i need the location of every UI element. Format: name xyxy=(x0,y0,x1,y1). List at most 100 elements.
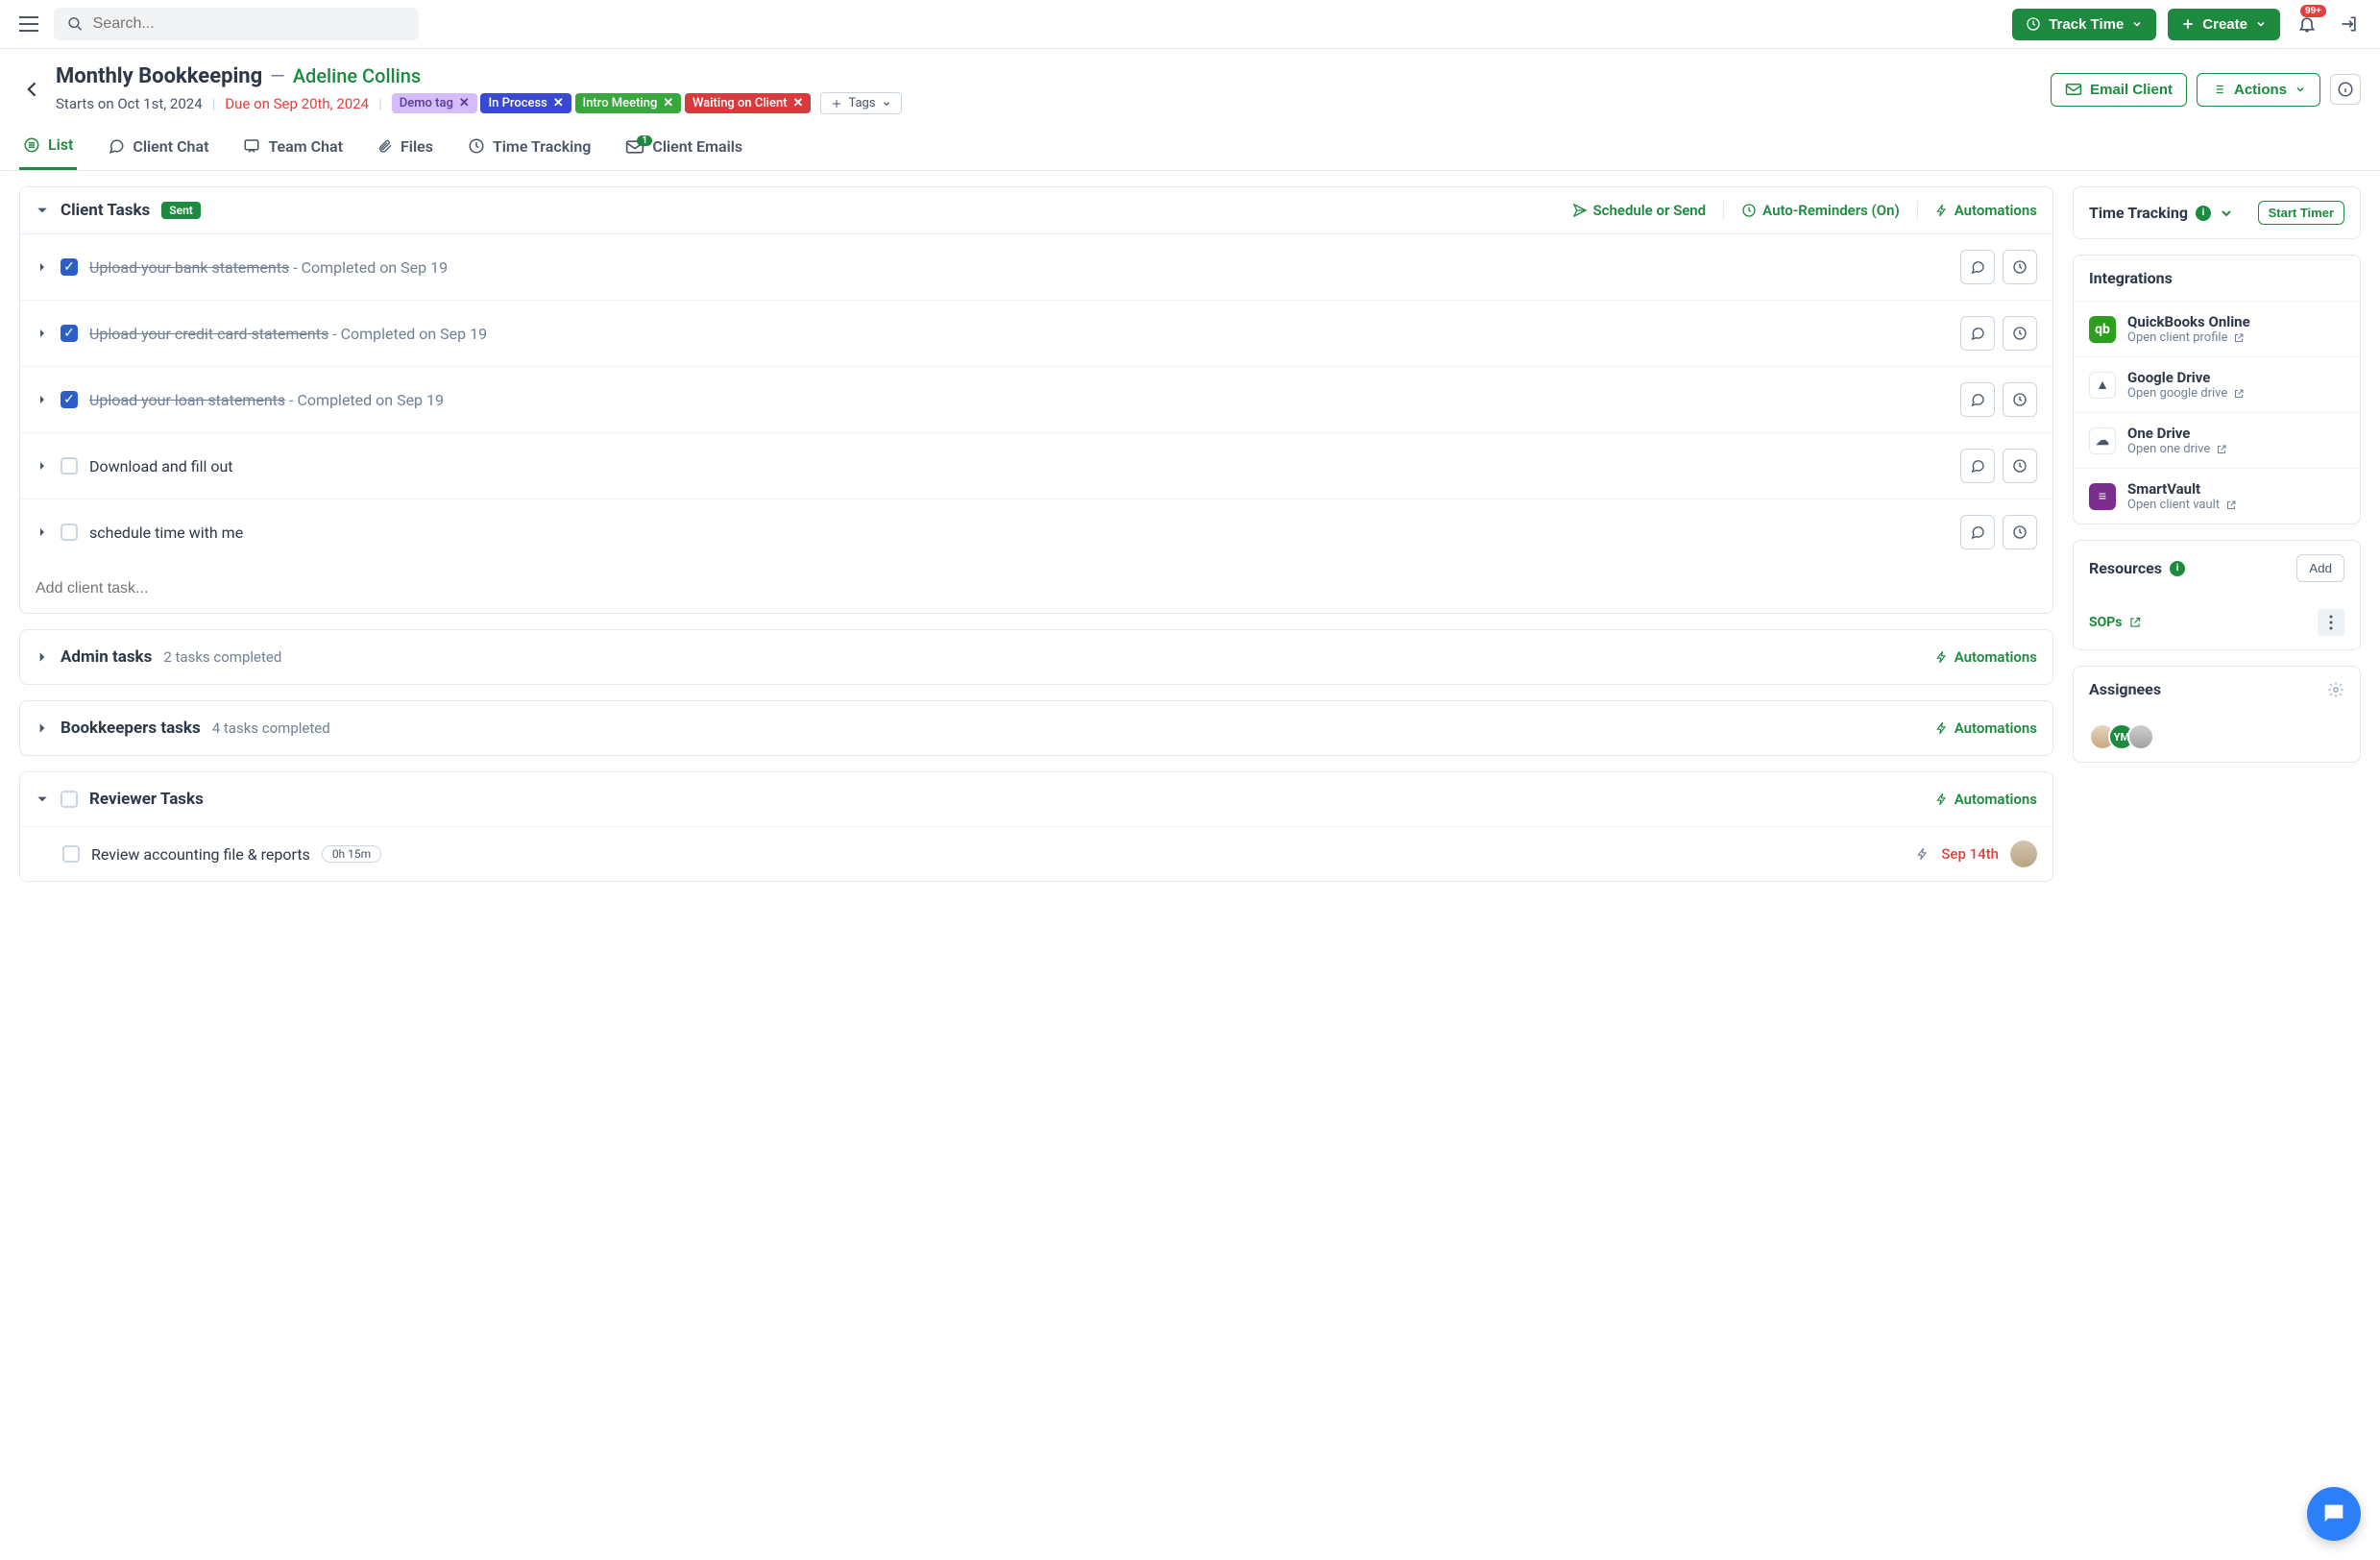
tab-files[interactable]: Files xyxy=(374,128,437,170)
checkbox[interactable] xyxy=(61,524,78,541)
expand-icon[interactable] xyxy=(36,650,49,664)
remove-tag-icon[interactable]: ✕ xyxy=(663,96,673,110)
email-client-button[interactable]: Email Client xyxy=(2051,73,2187,107)
actions-button[interactable]: Actions xyxy=(2197,73,2320,107)
gear-icon[interactable] xyxy=(2327,681,2344,698)
checkbox[interactable]: ✓ xyxy=(61,325,78,342)
integration-sub: Open google drive xyxy=(2127,386,2344,401)
bolt-icon[interactable] xyxy=(1916,846,1930,862)
start-timer-button[interactable]: Start Timer xyxy=(2258,201,2344,225)
task-row[interactable]: Review accounting file & reports 0h 15m … xyxy=(20,826,2052,881)
bolt-icon xyxy=(1935,649,1949,665)
add-resource-button[interactable]: Add xyxy=(2296,554,2344,582)
add-tag-button[interactable]: Tags xyxy=(820,92,901,114)
tag[interactable]: Demo tag✕ xyxy=(392,93,477,113)
automations-button[interactable]: Automations xyxy=(1935,648,2037,666)
integration-row[interactable]: qbQuickBooks OnlineOpen client profile xyxy=(2074,301,2360,356)
expand-icon[interactable] xyxy=(36,526,49,538)
comment-button[interactable] xyxy=(1960,449,1995,483)
task-row[interactable]: schedule time with me xyxy=(20,500,2052,565)
tag[interactable]: Waiting on Client✕ xyxy=(685,93,811,113)
expand-icon[interactable] xyxy=(36,261,49,273)
clock-icon xyxy=(2012,458,2028,474)
task-name: Upload your loan statements - Completed … xyxy=(89,391,1949,409)
checkbox[interactable] xyxy=(61,457,78,475)
task-row[interactable]: ✓ Upload your loan statements - Completed… xyxy=(20,367,2052,433)
time-button[interactable] xyxy=(2003,449,2037,483)
expand-icon[interactable] xyxy=(36,394,49,405)
schedule-send-button[interactable]: Schedule or Send xyxy=(1572,202,1707,219)
expand-icon[interactable] xyxy=(36,328,49,339)
checkbox[interactable]: ✓ xyxy=(61,391,78,408)
info-icon[interactable]: i xyxy=(2170,561,2185,576)
clock-icon xyxy=(468,137,485,155)
task-row[interactable]: Download and fill out xyxy=(20,433,2052,500)
notif-badge: 99+ xyxy=(2300,5,2326,17)
menu-icon[interactable] xyxy=(15,12,42,36)
exit-icon[interactable] xyxy=(2334,9,2365,39)
external-link-icon xyxy=(2233,332,2245,344)
automations-button[interactable]: Automations xyxy=(1935,791,2037,808)
info-button[interactable] xyxy=(2330,74,2361,105)
tag[interactable]: In Process✕ xyxy=(480,93,571,113)
automations-button[interactable]: Automations xyxy=(1935,719,2037,737)
task-row[interactable]: ✓Upload your credit card statements - Co… xyxy=(20,301,2052,367)
task-row[interactable]: ✓Upload your bank statements - Completed… xyxy=(20,234,2052,301)
add-task-input[interactable] xyxy=(36,580,2037,597)
expand-icon[interactable] xyxy=(36,460,49,472)
checkbox[interactable] xyxy=(61,791,78,808)
list-icon xyxy=(2211,83,2226,96)
clock-icon xyxy=(1741,203,1757,218)
chevron-down-icon[interactable] xyxy=(2219,206,2234,221)
info-icon[interactable]: i xyxy=(2196,206,2211,221)
remove-tag-icon[interactable]: ✕ xyxy=(793,96,804,110)
comment-button[interactable] xyxy=(1960,515,1995,549)
time-button[interactable] xyxy=(2003,250,2037,284)
integration-row[interactable]: ≡SmartVaultOpen client vault xyxy=(2074,468,2360,524)
plus-icon xyxy=(831,98,842,110)
more-icon[interactable] xyxy=(2318,609,2344,636)
tab-client-emails[interactable]: 1 Client Emails xyxy=(621,128,746,170)
comment-button[interactable] xyxy=(1960,382,1995,417)
tab-team-chat[interactable]: Team Chat xyxy=(239,128,347,170)
chevron-down-icon xyxy=(882,99,891,109)
tab-time-tracking[interactable]: Time Tracking xyxy=(464,128,595,170)
client-name[interactable]: Adeline Collins xyxy=(293,64,421,87)
remove-tag-icon[interactable]: ✕ xyxy=(553,96,564,110)
search-box[interactable] xyxy=(54,8,419,40)
time-button[interactable] xyxy=(2003,515,2037,549)
chevron-down-icon xyxy=(2295,84,2306,95)
tab-client-chat[interactable]: Client Chat xyxy=(104,128,212,170)
chevron-down-icon xyxy=(2131,18,2143,30)
track-time-button[interactable]: Track Time xyxy=(2012,9,2156,40)
time-button[interactable] xyxy=(2003,382,2037,417)
expand-icon[interactable] xyxy=(36,721,49,735)
back-button[interactable] xyxy=(19,76,46,103)
collapse-icon[interactable] xyxy=(36,204,49,217)
integration-row[interactable]: ▲Google DriveOpen google drive xyxy=(2074,356,2360,412)
integration-row[interactable]: ☁One DriveOpen one drive xyxy=(2074,412,2360,468)
auto-reminders-button[interactable]: Auto-Reminders (On) xyxy=(1741,202,1900,219)
chat-icon xyxy=(1970,259,1985,275)
time-button[interactable] xyxy=(2003,316,2037,351)
reviewer-tasks-card: Reviewer Tasks Automations Review accoun… xyxy=(19,771,2053,882)
comment-button[interactable] xyxy=(1960,250,1995,284)
create-button[interactable]: Create xyxy=(2168,9,2280,40)
avatar[interactable] xyxy=(2010,841,2037,867)
remove-tag-icon[interactable]: ✕ xyxy=(459,96,470,110)
start-date: Starts on Oct 1st, 2024 xyxy=(56,95,203,112)
comment-button[interactable] xyxy=(1960,316,1995,351)
notifications-button[interactable]: 99+ xyxy=(2292,9,2322,39)
tag[interactable]: Intro Meeting✕ xyxy=(575,93,682,113)
automations-button[interactable]: Automations xyxy=(1935,202,2037,219)
add-task-row[interactable] xyxy=(20,565,2052,613)
tab-list[interactable]: List xyxy=(19,128,77,170)
sops-link[interactable]: SOPs xyxy=(2089,615,2142,630)
checkbox[interactable]: ✓ xyxy=(61,258,78,276)
page-title: Monthly Bookkeeping xyxy=(56,64,262,88)
chat-bubble[interactable] xyxy=(2307,1487,2361,1541)
avatar[interactable] xyxy=(2127,723,2154,750)
search-input[interactable] xyxy=(93,15,405,33)
checkbox[interactable] xyxy=(62,845,80,863)
collapse-icon[interactable] xyxy=(36,792,49,806)
